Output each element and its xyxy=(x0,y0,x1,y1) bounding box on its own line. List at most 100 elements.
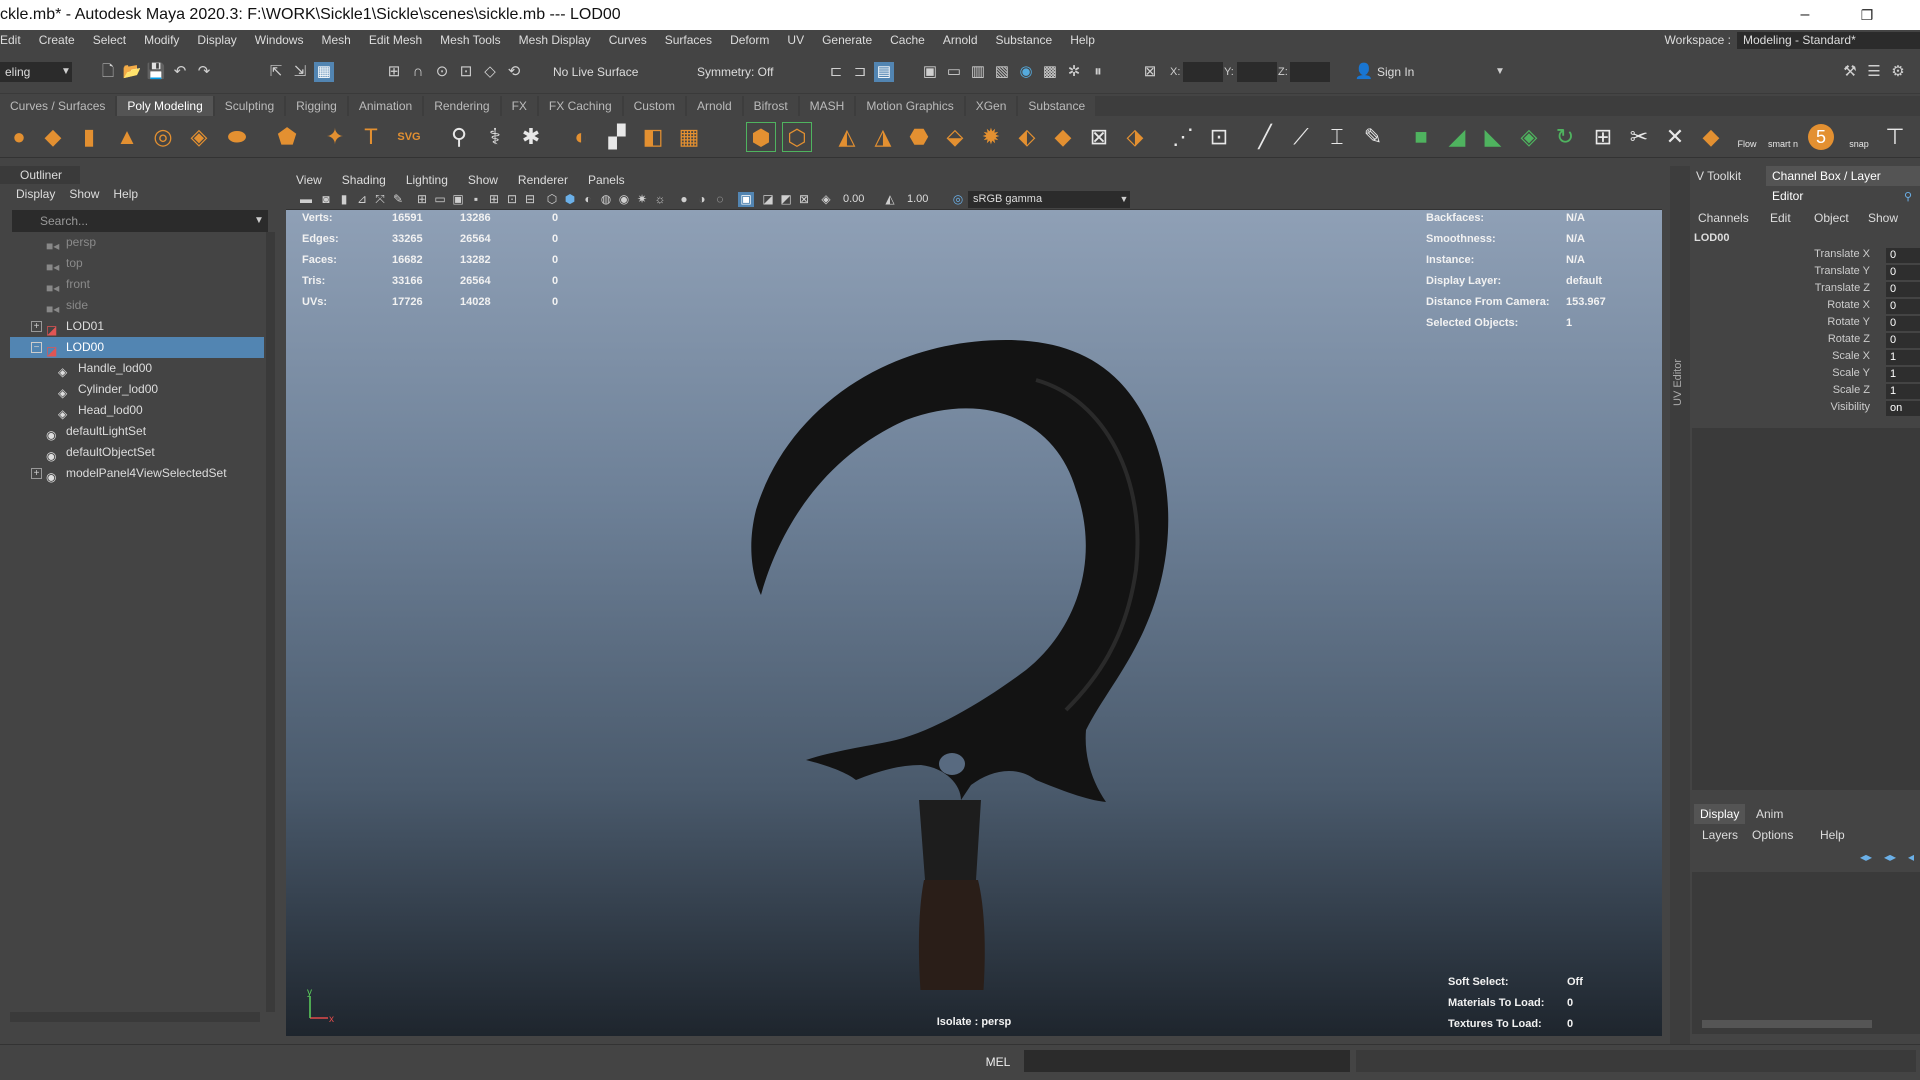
render-view-icon[interactable]: ▣ xyxy=(920,62,940,82)
z-field[interactable] xyxy=(1290,62,1330,82)
target-weld-icon[interactable]: ✹ xyxy=(976,122,1006,152)
separate-icon[interactable]: ⚕ xyxy=(480,122,510,152)
outliner-menu-display[interactable]: Display xyxy=(16,187,55,201)
outliner-item-top[interactable]: ■◂ top xyxy=(10,253,264,274)
viewport-menu-view[interactable]: View xyxy=(286,173,332,187)
shelf-tab-sculpting[interactable]: Sculpting xyxy=(214,96,285,116)
expand-icon[interactable]: + xyxy=(31,321,42,332)
isolate-select-icon[interactable]: ▣ xyxy=(738,192,754,207)
pin-tool-icon[interactable]: ⊤ xyxy=(1880,122,1910,152)
multi-cut-icon[interactable]: ⬙ xyxy=(940,122,970,152)
shelf-tab-arnold[interactable]: Arnold xyxy=(686,96,742,116)
viewport-menu-panels[interactable]: Panels xyxy=(578,173,635,187)
film-gate-icon[interactable]: ▭ xyxy=(432,192,448,207)
field-chart-icon[interactable]: ⊞ xyxy=(486,192,502,207)
channel-scale-y[interactable]: Scale Y1 xyxy=(1690,367,1920,383)
viewport-menu-lighting[interactable]: Lighting xyxy=(396,173,458,187)
color-management-icon[interactable]: ◎ xyxy=(950,192,966,207)
five-badge-icon[interactable]: 5 xyxy=(1808,124,1834,150)
outliner-item-lod00[interactable]: − ◪ LOD00 xyxy=(10,337,264,358)
uv-toolkit-icon[interactable]: ◆ xyxy=(1696,122,1726,152)
options-menu[interactable]: Options xyxy=(1752,828,1793,842)
outliner-item-modelpanel4viewselectedset[interactable]: + ◉ modelPanel4ViewSelectedSet xyxy=(10,463,264,484)
tool-settings-icon[interactable]: ⚙ xyxy=(1888,62,1908,82)
extract-icon[interactable]: ◐ xyxy=(566,122,596,152)
uv-auto-icon[interactable]: ◈ xyxy=(1514,122,1544,152)
flow-tool-icon[interactable]: Flow xyxy=(1732,122,1762,152)
outliner-vertical-scrollbar[interactable] xyxy=(266,232,275,1012)
edit-menu[interactable]: Edit xyxy=(1770,211,1791,225)
outliner-item-defaultlightset[interactable]: ◉ defaultLightSet xyxy=(10,421,264,442)
combine-icon[interactable]: ⚲ xyxy=(444,122,474,152)
outliner-menu-help[interactable]: Help xyxy=(113,187,138,201)
shelf-tab-curves-surfaces[interactable]: Curves / Surfaces xyxy=(0,96,116,116)
pin-icon[interactable]: ⚲ xyxy=(1904,190,1912,203)
snap-to-grid-icon[interactable]: ⊞ xyxy=(384,62,404,82)
outliner-item-side[interactable]: ■◂ side xyxy=(10,295,264,316)
super-shape-icon[interactable]: ✦ xyxy=(320,122,350,152)
gate-mask-icon[interactable]: ▪ xyxy=(468,192,484,207)
attribute-editor-icon[interactable]: ☰ xyxy=(1864,62,1884,82)
shelf-tab-mash[interactable]: MASH xyxy=(799,96,855,116)
workspace-dropdown[interactable]: Modeling - Standard* xyxy=(1737,31,1920,49)
resolution-gate-icon[interactable]: ▣ xyxy=(450,192,466,207)
command-input[interactable] xyxy=(1024,1050,1350,1072)
shelf-tab-xgen[interactable]: XGen xyxy=(965,96,1017,116)
uv-cylindrical-icon[interactable]: ◢ xyxy=(1442,122,1472,152)
history-icon[interactable]: ⊏ xyxy=(826,62,846,82)
poly-disc-icon[interactable]: ⬬ xyxy=(222,122,252,152)
menu-windows[interactable]: Windows xyxy=(246,33,313,47)
menu-create[interactable]: Create xyxy=(30,33,84,47)
channel-translate-z[interactable]: Translate Z0 xyxy=(1690,282,1920,298)
poly-torus-icon[interactable]: ◎ xyxy=(148,122,178,152)
outliner-item-persp[interactable]: ■◂ persp xyxy=(10,232,264,253)
construction-history-icon[interactable]: ▤ xyxy=(874,62,894,82)
outliner-item-front[interactable]: ■◂ front xyxy=(10,274,264,295)
minimize-button[interactable]: – xyxy=(1782,2,1828,28)
svg-tool-icon[interactable]: SVG xyxy=(394,122,424,152)
menu-mesh-display[interactable]: Mesh Display xyxy=(510,33,600,47)
light-editor-icon[interactable]: ✲ xyxy=(1064,62,1084,82)
shadows-icon[interactable]: ✷ xyxy=(634,192,650,207)
shelf-tab-motion-graphics[interactable]: Motion Graphics xyxy=(856,96,964,116)
hypershade-icon[interactable]: ◉ xyxy=(1016,62,1036,82)
channel-visibility[interactable]: Visibility on xyxy=(1690,401,1920,417)
shelf-tab-rigging[interactable]: Rigging xyxy=(286,96,347,116)
tab-channel-box-layer-editor[interactable]: Channel Box / Layer Editor xyxy=(1766,166,1920,203)
expand-icon[interactable]: + xyxy=(31,468,42,479)
menu-select[interactable]: Select xyxy=(84,33,135,47)
anti-aliasing-icon[interactable]: ◌ xyxy=(712,192,728,207)
image-plane-icon[interactable]: ⊿ xyxy=(354,192,370,207)
poly-cube-icon[interactable]: ◆ xyxy=(38,122,68,152)
pause-icon[interactable]: ⏸ xyxy=(1088,62,1108,82)
exposure-field[interactable]: 0.00 xyxy=(838,191,878,208)
snap-together-icon[interactable]: ⟲ xyxy=(504,62,524,82)
uv-layout-icon[interactable]: ⊞ xyxy=(1588,122,1618,152)
smooth-icon[interactable]: ✱ xyxy=(516,122,546,152)
collapse-icon[interactable]: − xyxy=(31,342,42,353)
object-menu[interactable]: Object xyxy=(1814,211,1849,225)
outliner-item-lod01[interactable]: + ◪ LOD01 xyxy=(10,316,264,337)
viewport-3d[interactable]: Verts: 16591 13286 0 Edges: 33265 26564 … xyxy=(286,210,1662,1036)
bridge-icon[interactable]: ▦ xyxy=(674,122,704,152)
sign-in-button[interactable]: Sign In xyxy=(1372,62,1508,82)
safe-title-icon[interactable]: ⊟ xyxy=(522,192,538,207)
wireframe-icon[interactable]: ⬡ xyxy=(544,192,560,207)
type-text-icon[interactable]: T xyxy=(356,122,386,152)
chevron-down-icon[interactable]: ▼ xyxy=(56,62,76,82)
wedge-icon[interactable]: ⬗ xyxy=(1120,122,1150,152)
transform-mode-icon[interactable]: ⊠ xyxy=(1140,62,1160,82)
uv-cut-icon[interactable]: ✂ xyxy=(1624,122,1654,152)
render-settings-icon[interactable]: ▧ xyxy=(992,62,1012,82)
smart-tool-icon[interactable]: smart n xyxy=(1768,122,1798,152)
menu-edit[interactable]: Edit xyxy=(0,33,30,47)
wireframe-on-shaded-icon[interactable]: ◐ xyxy=(580,192,596,207)
insert-edge-loop-icon[interactable]: ╱ xyxy=(1250,122,1280,152)
camera-select-icon[interactable]: ▬ xyxy=(298,192,314,207)
render-setup-icon[interactable]: ▩ xyxy=(1040,62,1060,82)
textured-icon[interactable]: ◍ xyxy=(598,192,614,207)
undo-icon[interactable]: ↶ xyxy=(170,62,190,82)
xray-active-icon[interactable]: ◩ xyxy=(778,192,794,207)
slide-edge-icon[interactable]: ⌶ xyxy=(1322,122,1352,152)
connect-icon[interactable]: ⬖ xyxy=(1012,122,1042,152)
